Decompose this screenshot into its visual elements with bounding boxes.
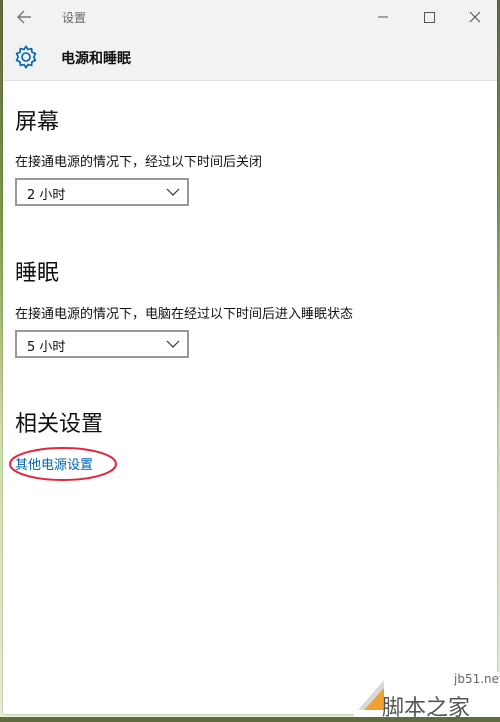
sleep-description: 在接通电源的情况下，电脑在经过以下时间后进入睡眠状态 (15, 307, 354, 322)
screen-timeout-dropdown[interactable]: 2 小时 (15, 178, 189, 206)
chevron-down-icon (166, 340, 180, 348)
screen-section-title: 屏幕 (15, 110, 60, 135)
minimize-icon[interactable] (370, 6, 396, 28)
sleep-timeout-value: 5 小时 (27, 340, 66, 355)
settings-window: 设置 电源和睡眠 屏幕 在接通电源的情况下，经过以下时间后关闭 2 小时 睡眠 … (3, 0, 497, 714)
maximize-icon[interactable] (416, 6, 442, 28)
watermark-site: jb51.net (454, 672, 500, 686)
back-arrow-icon[interactable] (13, 6, 37, 28)
gear-icon (15, 45, 37, 69)
chevron-down-icon (166, 188, 180, 196)
page-header: 电源和睡眠 (3, 34, 497, 81)
screen-timeout-value: 2 小时 (27, 188, 66, 203)
page-title: 电源和睡眠 (61, 51, 131, 67)
title-bar: 设置 (3, 0, 497, 34)
watermark-brand: 脚本之家 (382, 696, 471, 721)
screen-description: 在接通电源的情况下，经过以下时间后关闭 (15, 155, 263, 170)
window-title: 设置 (62, 11, 87, 25)
close-icon[interactable] (462, 6, 488, 28)
sleep-section-title: 睡眠 (15, 261, 60, 286)
site-watermark: jb51.net 脚本之家 (354, 672, 500, 721)
related-settings-title: 相关设置 (15, 412, 104, 437)
additional-power-settings-link[interactable]: 其他电源设置 (15, 454, 93, 473)
sleep-timeout-dropdown[interactable]: 5 小时 (15, 330, 189, 358)
